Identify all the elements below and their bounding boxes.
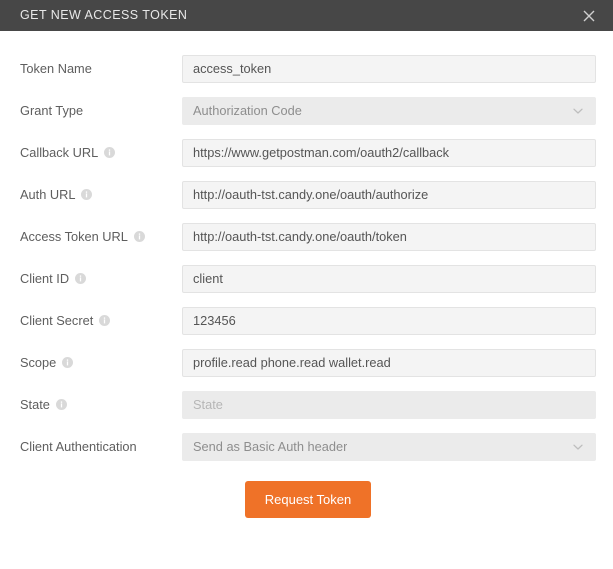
close-icon[interactable] [579,6,599,26]
label-grant-type: Grant Type [20,102,182,118]
request-token-button[interactable]: Request Token [244,481,372,518]
form-row-callback-url: Callback URL https://www.getpostman.com/o… [20,139,596,167]
label-text: State [20,396,50,412]
auth-url-input[interactable]: http://oauth-tst.candy.one/oauth/authori… [182,181,596,209]
dialog-title: GET NEW ACCESS TOKEN [20,8,188,23]
dialog-titlebar: GET NEW ACCESS TOKEN [0,0,613,31]
label-client-id: Client ID [20,270,182,286]
label-client-secret: Client Secret [20,312,182,328]
label-text: Client ID [20,270,70,286]
info-icon[interactable] [133,231,145,243]
access-token-url-value: http://oauth-tst.candy.one/oauth/token [193,228,407,244]
oauth2-token-form: Token Name access_token Grant Type Authoriz… [0,31,613,518]
label-token-name: Token Name [20,60,182,76]
label-access-token-url: Access Token URL [20,228,182,244]
client-authentication-selected-value: Send as Basic Auth header [193,440,348,454]
get-new-access-token-dialog: GET NEW ACCESS TOKEN Token Name access_to… [0,0,613,569]
form-row-scope: Scope profile.read phone.read wallet.read [20,349,596,377]
chevron-down-icon [571,104,585,118]
form-row-auth-url: Auth URL http://oauth-tst.candy.one/oauth… [20,181,596,209]
client-id-input[interactable]: client [182,265,596,293]
label-text: Client Authentication [20,438,137,454]
label-auth-url: Auth URL [20,186,182,202]
chevron-down-icon [571,440,585,454]
label-callback-url: Callback URL [20,144,182,160]
form-row-token-name: Token Name access_token [20,55,596,83]
info-icon[interactable] [104,147,116,159]
token-name-input[interactable]: access_token [182,55,596,83]
info-icon[interactable] [75,273,87,285]
label-text: Callback URL [20,144,99,160]
auth-url-value: http://oauth-tst.candy.one/oauth/authori… [193,186,429,202]
form-row-client-authentication: Client Authentication Send as Basic Auth … [20,433,596,461]
form-row-client-id: Client ID client [20,265,596,293]
label-text: Auth URL [20,186,76,202]
form-row-client-secret: Client Secret 123456 [20,307,596,335]
state-input[interactable]: State [182,391,596,419]
form-row-state: State State [20,391,596,419]
info-icon[interactable] [55,399,67,411]
state-value: State [193,396,223,412]
label-text: Access Token URL [20,228,128,244]
access-token-url-input[interactable]: http://oauth-tst.candy.one/oauth/token [182,223,596,251]
form-row-grant-type: Grant Type Authorization Code [20,97,596,125]
scope-input[interactable]: profile.read phone.read wallet.read [182,349,596,377]
grant-type-selected-value: Authorization Code [193,104,302,118]
client-id-value: client [193,270,223,286]
callback-url-input[interactable]: https://www.getpostman.com/oauth2/callba… [182,139,596,167]
info-icon[interactable] [99,315,111,327]
client-authentication-select[interactable]: Send as Basic Auth header [182,433,596,461]
scope-value: profile.read phone.read wallet.read [193,354,391,370]
token-name-value: access_token [193,60,272,76]
form-row-access-token-url: Access Token URL http://oauth-tst.candy.o… [20,223,596,251]
label-scope: Scope [20,354,182,370]
label-state: State [20,396,182,412]
client-secret-value: 123456 [193,312,236,328]
label-text: Client Secret [20,312,94,328]
info-icon[interactable] [62,357,74,369]
grant-type-select[interactable]: Authorization Code [182,97,596,125]
client-secret-input[interactable]: 123456 [182,307,596,335]
label-client-authentication: Client Authentication [20,438,182,454]
label-text: Token Name [20,60,92,76]
label-text: Scope [20,354,57,370]
dialog-actions: Request Token [20,481,596,518]
info-icon[interactable] [81,189,93,201]
label-text: Grant Type [20,102,84,118]
callback-url-value: https://www.getpostman.com/oauth2/callba… [193,144,450,160]
